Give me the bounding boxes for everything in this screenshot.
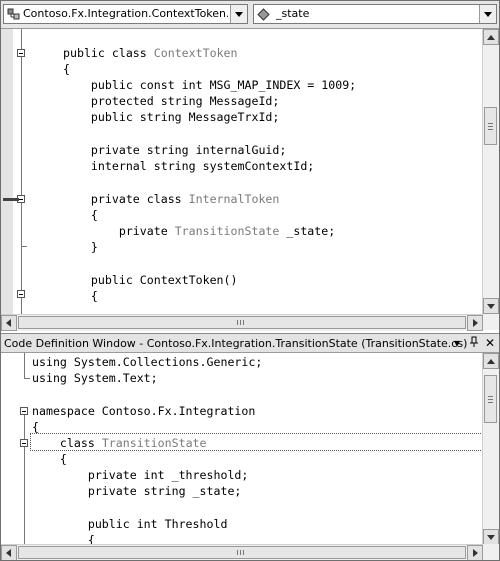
code-definition-window-title: Code Definition Window - Contoso.Fx.Inte… xyxy=(4,337,468,350)
code-definition-window-titlebar: Code Definition Window - Contoso.Fx.Inte… xyxy=(1,333,499,353)
pin-icon[interactable] xyxy=(467,336,481,350)
code-line: { xyxy=(63,208,98,222)
code-definition-editor[interactable]: using System.Collections.Generic; using … xyxy=(1,353,499,545)
definition-vertical-scrollbar[interactable] xyxy=(482,353,499,545)
member-combo[interactable]: _state xyxy=(253,4,497,24)
code-line: private string _state; xyxy=(32,484,242,498)
outline-line xyxy=(24,353,25,379)
code-line: public string MessageTrxId; xyxy=(63,110,280,124)
collapse-icon[interactable] xyxy=(20,407,28,415)
code-line: protected string MessageId; xyxy=(63,94,280,108)
definition-horizontal-scrollbar[interactable] xyxy=(1,544,483,560)
code-line: public const int MSG_MAP_INDEX = 1009; xyxy=(63,78,357,92)
chevron-down-icon[interactable] xyxy=(230,5,247,23)
close-icon[interactable]: ✕ xyxy=(483,336,497,350)
collapse-icon[interactable] xyxy=(17,290,25,298)
scroll-right-button[interactable] xyxy=(467,315,483,331)
editor-code-area[interactable]: public class ContextToken { public const… xyxy=(1,29,482,314)
scrollbar-corner xyxy=(483,544,499,560)
scroll-thumb[interactable] xyxy=(484,375,497,423)
scroll-down-button[interactable] xyxy=(483,298,499,314)
code-line: private string internalGuid; xyxy=(63,143,287,157)
outline-line xyxy=(21,29,22,314)
editor-horizontal-scrollbar[interactable] xyxy=(1,314,483,331)
code-line: } xyxy=(63,240,98,254)
code-line: { xyxy=(63,289,98,303)
scroll-up-button[interactable] xyxy=(483,353,499,369)
code-line: using System.Text; xyxy=(32,371,158,385)
class-combo[interactable]: Contoso.Fx.Integration.ContextToken.Inte… xyxy=(3,4,248,24)
collapse-icon[interactable] xyxy=(20,439,28,447)
code-line: { xyxy=(32,452,67,466)
code-editor[interactable]: public class ContextToken { public const… xyxy=(1,29,499,314)
outline-line xyxy=(24,415,25,545)
chevron-down-icon[interactable] xyxy=(479,5,496,23)
code-line: private class InternalToken xyxy=(63,192,280,206)
member-combo-text: _state xyxy=(276,7,310,20)
code-line: using System.Collections.Generic; xyxy=(32,355,263,369)
scrollbar-corner xyxy=(483,314,499,330)
field-icon xyxy=(257,8,270,21)
class-icon xyxy=(7,8,20,20)
navigation-bar: Contoso.Fx.Integration.ContextToken.Inte… xyxy=(1,1,499,29)
code-line: namespace Contoso.Fx.Integration xyxy=(32,404,256,418)
editor-vertical-scrollbar[interactable] xyxy=(482,29,499,314)
code-line: { xyxy=(32,420,39,434)
class-combo-text: Contoso.Fx.Integration.ContextToken.Inte… xyxy=(23,7,228,20)
scroll-left-button[interactable] xyxy=(1,545,17,560)
collapse-icon[interactable] xyxy=(17,49,25,57)
code-line: public class ContextToken xyxy=(63,46,238,60)
code-line: class TransitionState xyxy=(32,436,207,450)
scroll-thumb[interactable] xyxy=(484,107,497,145)
code-line: { xyxy=(63,62,70,76)
bookmark-icon xyxy=(3,198,19,201)
code-line: internal string systemContextId; xyxy=(63,159,315,173)
scroll-thumb[interactable] xyxy=(18,316,466,329)
ide-window: Contoso.Fx.Integration.ContextToken.Inte… xyxy=(0,0,500,561)
code-line: public ContextToken() xyxy=(63,273,238,287)
scroll-right-button[interactable] xyxy=(467,545,483,560)
code-line: private TransitionState _state; xyxy=(63,224,336,238)
outline-line xyxy=(21,246,27,247)
code-line: public int Threshold xyxy=(32,517,228,531)
scroll-left-button[interactable] xyxy=(1,315,17,331)
definition-code-area[interactable]: using System.Collections.Generic; using … xyxy=(1,353,482,545)
code-line: private int _threshold; xyxy=(32,468,249,482)
scroll-down-button[interactable] xyxy=(483,529,499,545)
scroll-up-button[interactable] xyxy=(483,29,499,45)
scroll-thumb[interactable] xyxy=(18,546,466,559)
window-menu-icon[interactable]: ▾ xyxy=(450,336,464,350)
outline-line xyxy=(24,378,30,379)
